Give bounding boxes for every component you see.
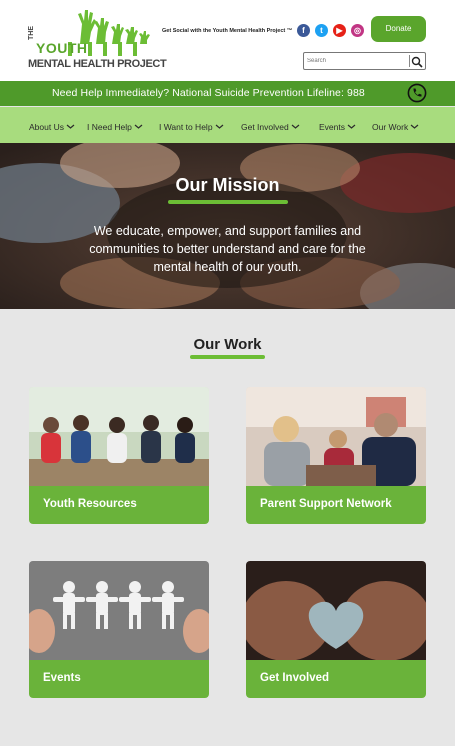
card-youth-resources[interactable]: Youth Resources — [29, 387, 209, 524]
card-get-involved[interactable]: Get Involved — [246, 561, 426, 698]
card-bar: Youth Resources — [29, 486, 209, 524]
title-underline — [168, 200, 288, 204]
title-underline — [190, 355, 265, 359]
card-label: Parent Support Network — [260, 498, 392, 510]
social-text: Get Social with the Youth Mental Health … — [162, 28, 293, 34]
chevron-down-icon — [134, 121, 143, 131]
twitter-icon[interactable]: t — [315, 24, 328, 37]
nav-item-about-us[interactable]: About Us — [29, 121, 75, 132]
nav-label: I Want to Help — [159, 122, 213, 132]
phone-icon[interactable] — [407, 83, 427, 103]
lifeline-text[interactable]: Need Help Immediately? National Suicide … — [52, 87, 365, 99]
nav-item-events[interactable]: Events — [319, 121, 356, 132]
nav-item-our-work[interactable]: Our Work — [372, 121, 419, 132]
card-events[interactable]: Events — [29, 561, 209, 698]
card-parent-support-network[interactable]: Parent Support Network — [246, 387, 426, 524]
hope-stone-photo — [246, 561, 426, 660]
chevron-down-icon — [215, 121, 224, 131]
chevron-down-icon — [291, 121, 300, 131]
youth-group-photo — [29, 387, 209, 486]
section-title: Our Work — [193, 336, 262, 353]
search-icon — [411, 56, 423, 68]
card-bar: Get Involved — [246, 660, 426, 698]
search-input[interactable] — [307, 55, 403, 67]
nav-item-get-involved[interactable]: Get Involved — [241, 121, 300, 132]
chevron-down-icon — [410, 121, 419, 131]
card-bar: Parent Support Network — [246, 486, 426, 524]
lifeline-bar: Need Help Immediately? National Suicide … — [0, 81, 455, 106]
card-label: Get Involved — [260, 672, 330, 684]
hero-description: We educate, empower, and support familie… — [89, 224, 366, 274]
site-header: THE YOUTH MENTAL HEALTH PROJECT Get Soci… — [0, 0, 455, 81]
logo-the: THE — [28, 26, 35, 40]
nav-label: Our Work — [372, 122, 409, 132]
mission-hero: Our Mission We educate, empower, and sup… — [0, 143, 455, 309]
chevron-down-icon — [347, 121, 356, 131]
card-bar: Events — [29, 660, 209, 698]
chevron-down-icon — [66, 121, 75, 131]
search-button[interactable] — [409, 55, 423, 68]
instagram-icon[interactable]: ◎ — [351, 24, 364, 37]
nav-label: About Us — [29, 122, 64, 132]
nav-label: Events — [319, 122, 345, 132]
hero-title: Our Mission — [175, 175, 280, 195]
nav-item-i-want-to-help[interactable]: I Want to Help — [159, 121, 224, 132]
main-nav: About Us I Need Help I Want to Help Get … — [0, 107, 455, 143]
family-photo — [246, 387, 426, 486]
card-label: Events — [43, 672, 81, 684]
search-box — [303, 52, 426, 70]
logo-mental-health-project: MENTAL HEALTH PROJECT — [28, 58, 167, 70]
youtube-icon[interactable]: ▶ — [333, 24, 346, 37]
donate-button[interactable]: Donate — [371, 16, 426, 42]
facebook-icon[interactable]: f — [297, 24, 310, 37]
card-label: Youth Resources — [43, 498, 137, 510]
nav-label: I Need Help — [87, 122, 132, 132]
nav-item-i-need-help[interactable]: I Need Help — [87, 121, 143, 132]
site-logo[interactable]: THE YOUTH MENTAL HEALTH PROJECT — [28, 4, 167, 74]
logo-youth: YOUTH — [36, 40, 88, 56]
paper-chain-photo — [29, 561, 209, 660]
nav-label: Get Involved — [241, 122, 289, 132]
